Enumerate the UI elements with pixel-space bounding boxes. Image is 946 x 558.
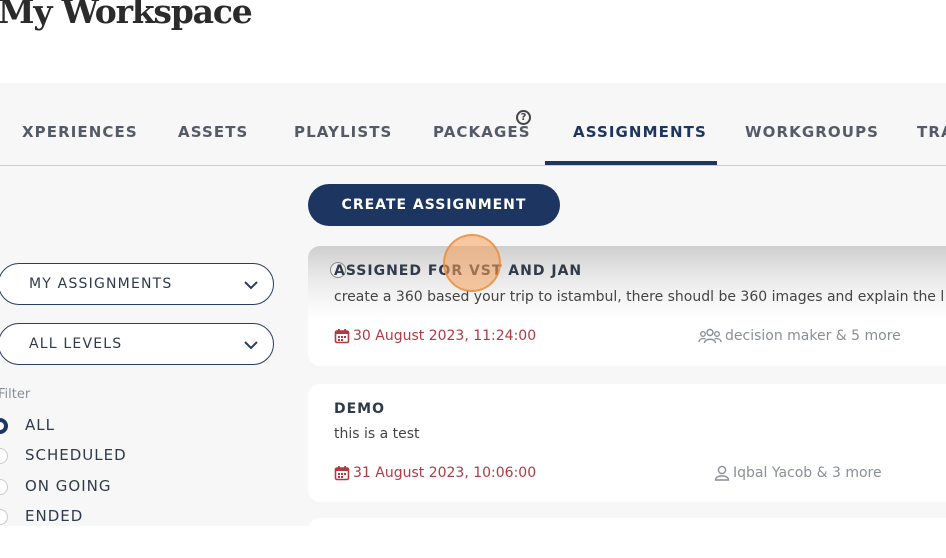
active-tab-indicator [545, 161, 717, 165]
assignment-people: Iqbal Yacob & 3 more [714, 465, 882, 481]
tab-playlists[interactable]: PLAYLISTS [294, 123, 392, 165]
chevron-down-icon [244, 341, 258, 350]
assignment-card[interactable]: DEMO this is a test 31 August 2023, 10:0… [308, 384, 946, 502]
scope-select[interactable]: MY ASSIGNMENTS [0, 263, 274, 305]
filter-option-label: ALL [25, 416, 55, 434]
filter-option-label: SCHEDULED [25, 446, 127, 464]
tab-tra[interactable]: TRA [917, 123, 946, 165]
tab-bar: XPERIENCES ASSETS PLAYLISTS PACKAGES ASS… [0, 83, 946, 166]
tab-packages[interactable]: PACKAGES [433, 123, 531, 165]
scope-select-value: MY ASSIGNMENTS [29, 276, 173, 292]
filter-option-label: ENDED [25, 507, 84, 525]
user-icon [714, 465, 730, 481]
assignment-people-text: decision maker & 5 more [725, 328, 901, 344]
level-select-value: ALL LEVELS [29, 336, 123, 352]
assignment-people: decision maker & 5 more [698, 328, 901, 344]
assignment-title: DEMO [334, 401, 386, 417]
help-icon[interactable]: ? [516, 110, 531, 125]
assignment-people-text: Iqbal Yacob & 3 more [733, 465, 882, 481]
tab-assets[interactable]: ASSETS [178, 123, 248, 165]
assignment-date-text: 30 August 2023, 11:24:00 [353, 328, 537, 344]
page-title: My Workspace [0, 0, 253, 31]
tab-xperiences[interactable]: XPERIENCES [22, 123, 138, 165]
create-assignment-button[interactable]: CREATE ASSIGNMENT [308, 184, 560, 226]
assignment-description: create a 360 based your trip to istambul… [334, 289, 945, 305]
calendar-icon [334, 466, 350, 481]
filter-label: Filter [0, 387, 31, 402]
level-select[interactable]: ALL LEVELS [0, 323, 274, 365]
group-icon [698, 328, 722, 344]
calendar-icon [334, 329, 350, 344]
tab-workgroups[interactable]: WORKGROUPS [745, 123, 879, 165]
tab-assignments[interactable]: ASSIGNMENTS [573, 123, 707, 165]
assignment-description: this is a test [334, 426, 420, 442]
assignment-date: 30 August 2023, 11:24:00 [334, 328, 536, 344]
assignment-title: ASSIGNED FOR VST AND JAN [334, 263, 583, 279]
filter-option-label: ON GOING [25, 477, 112, 495]
assignment-date-text: 31 August 2023, 10:06:00 [353, 465, 537, 481]
assignment-card[interactable]: ASSIGNED FOR VST AND JAN create a 360 ba… [308, 246, 946, 366]
chevron-down-icon [244, 281, 258, 290]
assignment-card[interactable] [308, 518, 946, 558]
assignment-date: 31 August 2023, 10:06:00 [334, 465, 536, 481]
